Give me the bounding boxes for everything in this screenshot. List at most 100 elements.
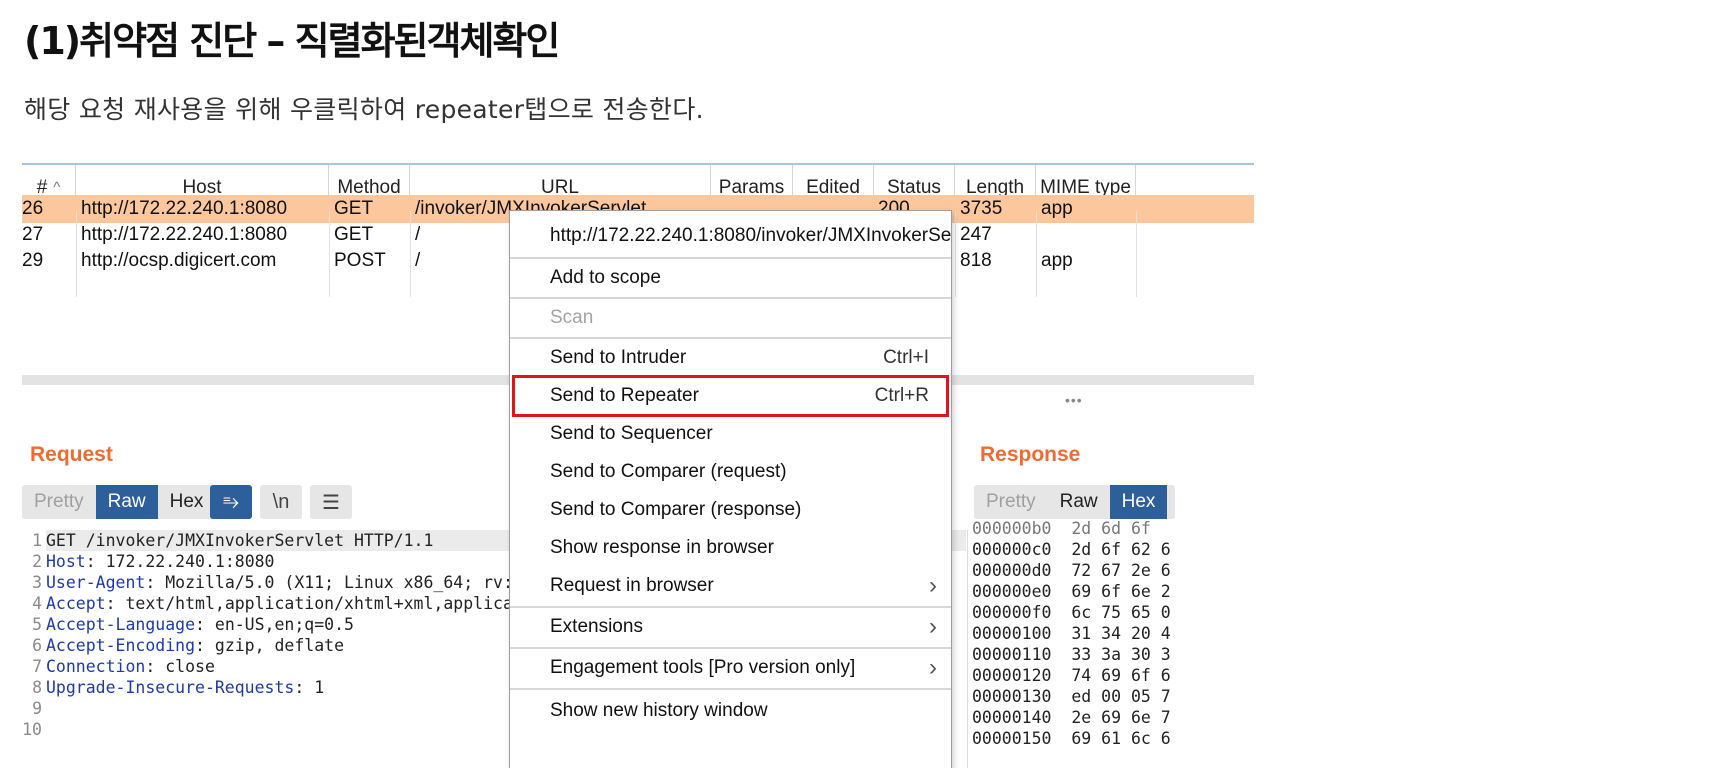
menu-item-label: Add to scope (550, 267, 661, 288)
column-divider (410, 211, 411, 297)
editor-menu-button[interactable]: ☰ (310, 485, 352, 519)
row-length: 247 (960, 224, 992, 245)
response-hex-viewer[interactable]: 000000b0 2d 6d 6f 000000c0 2d 6f 62 6 00… (967, 519, 1254, 768)
column-divider (1036, 211, 1037, 297)
menu-item-label: Send to Sequencer (550, 423, 713, 444)
menu-item-label: Send to Intruder (550, 347, 687, 368)
page-title: (1)취약점 진단 – 직렬화된객체확인 (24, 19, 560, 63)
request-tab-hex[interactable]: Hex (158, 485, 216, 519)
response-panel-title: Response (980, 443, 1081, 466)
row-number: 27 (22, 224, 44, 245)
menu-item-label: Show new history window (550, 700, 768, 721)
code-line: 5 Accept-Language: en-US,en;q=0.5 (22, 614, 354, 635)
hex-row: 00000130 ed 00 05 7 (972, 687, 1171, 706)
menu-item-label: Scan (550, 307, 594, 328)
row-method: GET (334, 198, 374, 219)
header-value: : close (145, 657, 215, 676)
line-number: 5 (32, 615, 42, 634)
context-menu: http://172.22.240.1:8080/invoker/JMXInvo… (509, 210, 952, 768)
row-length: 818 (960, 250, 992, 271)
hex-row: 00000140 2e 69 6e 7 (972, 708, 1171, 727)
menu-item-add-to-scope[interactable]: Add to scope (510, 259, 951, 297)
column-divider (1136, 211, 1137, 297)
menu-item-send-to-intruder[interactable]: Send to Intruder Ctrl+I (510, 339, 951, 377)
row-method: POST (334, 250, 386, 271)
menu-item-shortcut: Ctrl+I (883, 347, 929, 368)
response-tab-raw[interactable]: Raw (1048, 485, 1110, 519)
header-name: Accept-Encoding (46, 636, 196, 655)
header-name: User-Agent (46, 573, 146, 592)
menu-item-label: Send to Comparer (request) (550, 461, 787, 482)
menu-item-engagement-tools[interactable]: Engagement tools [Pro version only] › (510, 649, 951, 687)
line-number: 4 (32, 594, 42, 613)
repeater-highlight-box (512, 375, 949, 417)
hex-row-partial: 000000b0 2d 6d 6f (972, 519, 1151, 538)
response-tab-pretty[interactable]: Pretty (974, 485, 1048, 519)
row-mime-type: app (1041, 198, 1073, 219)
hex-row: 000000c0 2d 6f 62 6 (972, 540, 1171, 559)
row-host: http://ocsp.digicert.com (81, 250, 277, 271)
response-tab-overflow[interactable] (1167, 485, 1175, 519)
header-value: : en-US,en;q=0.5 (195, 615, 354, 634)
header-name: Connection (46, 657, 146, 676)
burp-screenshot: # ^ Host Method URL Params Edited Status… (22, 163, 1254, 768)
line-number: 2 (32, 552, 42, 571)
line-number: 8 (32, 678, 42, 697)
menu-separator (510, 688, 951, 690)
context-menu-url: http://172.22.240.1:8080/invoker/JMXInvo… (550, 225, 952, 246)
header-name: Host (46, 552, 86, 571)
line-number: 6 (32, 636, 42, 655)
chevron-right-icon: › (929, 572, 937, 599)
hex-row: 000000e0 69 6f 6e 2 (972, 582, 1171, 601)
row-host: http://172.22.240.1:8080 (81, 224, 288, 245)
row-url: / (415, 250, 421, 271)
header-value: : text/html,application/xhtml+xml,applic… (105, 594, 553, 613)
wrap-lines-button[interactable]: ⥱ (210, 485, 252, 519)
menu-item-label: Engagement tools [Pro version only] (550, 657, 856, 678)
column-divider (955, 211, 956, 297)
menu-item-send-to-sequencer[interactable]: Send to Sequencer (510, 415, 951, 453)
splitter-handle-icon[interactable]: ••• (1065, 392, 1083, 408)
code-line: 9 (22, 698, 46, 719)
hex-row: 000000d0 72 67 2e 6 (972, 561, 1171, 580)
menu-item-send-to-comparer-request[interactable]: Send to Comparer (request) (510, 453, 951, 491)
row-url: / (415, 224, 421, 245)
sort-ascending-icon: ^ (53, 179, 61, 196)
hex-row: 00000120 74 69 6f 6 (972, 666, 1171, 685)
chevron-right-icon: › (929, 654, 937, 681)
menu-item-show-response-in-browser[interactable]: Show response in browser (510, 529, 951, 567)
row-number: 29 (22, 250, 44, 271)
code-line: 1 GET /invoker/JMXInvokerServlet HTTP/1.1 (22, 530, 433, 551)
column-divider (76, 211, 77, 297)
menu-item-extensions[interactable]: Extensions › (510, 608, 951, 646)
request-panel-title: Request (30, 443, 113, 466)
header-value: : gzip, deflate (195, 636, 345, 655)
hex-row: 00000110 33 3a 30 3 (972, 645, 1171, 664)
line-number: 7 (32, 657, 42, 676)
show-newlines-button[interactable]: \n (260, 485, 302, 519)
hex-row: 00000150 69 61 6c 6 (972, 729, 1171, 748)
menu-item-label: Send to Comparer (response) (550, 499, 802, 520)
menu-item-label: Show response in browser (550, 537, 774, 558)
header-name: Accept (46, 594, 106, 613)
menu-item-scan: Scan (510, 299, 951, 337)
response-tab-hex[interactable]: Hex (1109, 485, 1168, 519)
menu-item-request-in-browser[interactable]: Request in browser › (510, 567, 951, 605)
request-tab-pretty[interactable]: Pretty (22, 485, 96, 519)
header-name: Accept-Language (46, 615, 196, 634)
code-line: 10 (22, 719, 46, 740)
request-view-tabs: Pretty Raw Hex (22, 485, 216, 519)
hex-row: 000000f0 6c 75 65 0 (972, 603, 1171, 622)
row-host: http://172.22.240.1:8080 (81, 198, 288, 219)
row-mime-type: app (1041, 250, 1073, 271)
page-description: 해당 요청 재사용을 위해 우클릭하여 repeater탭으로 전송한다. (24, 95, 704, 124)
menu-item-show-new-history-window[interactable]: Show new history window (510, 692, 951, 730)
code-line: 2 Host: 172.22.240.1:8080 (22, 551, 274, 572)
row-number: 26 (22, 198, 44, 219)
code-line: 8 Upgrade-Insecure-Requests: 1 (22, 677, 324, 698)
chevron-right-icon: › (929, 613, 937, 640)
hex-row: 00000100 31 34 20 4 (972, 624, 1171, 643)
row-length: 3735 (960, 198, 1003, 219)
request-tab-raw[interactable]: Raw (95, 485, 158, 519)
menu-item-send-to-comparer-response[interactable]: Send to Comparer (response) (510, 491, 951, 529)
